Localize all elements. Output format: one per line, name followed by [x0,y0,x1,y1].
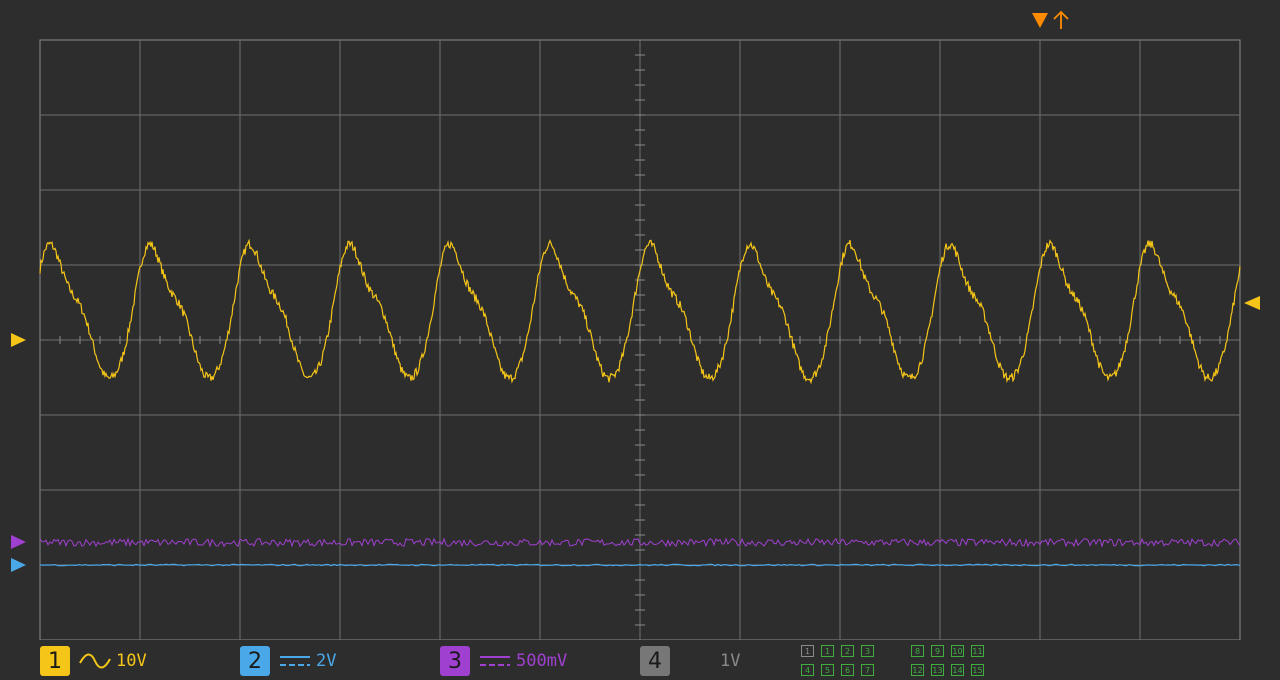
channel-1-scale: 10V [116,651,147,671]
channel-3-status[interactable]: 3 500mV [440,646,567,676]
ac-coupling-icon [79,653,111,669]
digital-channel-15[interactable]: 15 [971,664,984,676]
digital-channel-6[interactable]: 6 [841,664,854,676]
channel-2-scale: 2V [316,651,337,671]
channel-3-badge[interactable]: 3 [440,646,470,676]
rising-edge-arrow-icon [1053,10,1069,29]
channel-4-scale: 1V [720,651,741,671]
graticule-ticks [39,39,1241,640]
digital-channel-7[interactable]: 7 [861,664,874,676]
channel-1-badge[interactable]: 1 [40,646,70,676]
channel-1-ground-marker-icon[interactable] [11,333,26,347]
digital-channel-12[interactable]: 12 [911,664,924,676]
digital-channel-5[interactable]: 5 [821,664,834,676]
channel-2-status[interactable]: 2 2V [240,646,336,676]
trigger-position-marker-icon[interactable] [1032,13,1048,28]
dc-coupling-icon [480,656,510,666]
oscilloscope-display [11,10,1260,640]
digital-channel-9[interactable]: 9 [931,645,944,657]
digital-channel-11[interactable]: 11 [971,645,984,657]
channel-2-ground-marker-icon[interactable] [11,558,26,572]
channel-2-badge[interactable]: 2 [240,646,270,676]
channel-4-status[interactable]: 4 1V [640,646,740,676]
digital-channel-8[interactable]: 8 [911,645,924,657]
channel-1-status[interactable]: 1 10V [40,646,147,676]
trigger-level-marker-icon[interactable] [1244,296,1260,310]
digital-channel-2[interactable]: 2 [841,645,854,657]
digital-channel-1[interactable]: 1 [821,645,834,657]
digital-channel-14[interactable]: 14 [951,664,964,676]
digital-channel-13[interactable]: 13 [931,664,944,676]
channel-3-ground-marker-icon[interactable] [11,535,26,549]
digital-channel-1[interactable]: 1 [801,645,814,657]
digital-channel-3[interactable]: 3 [861,645,874,657]
digital-channel-4[interactable]: 4 [801,664,814,676]
digital-channel-10[interactable]: 10 [951,645,964,657]
channel-status-bar: 1 10V 2 2V 3 500mV 4 1V [0,640,1280,680]
dc-coupling-icon [280,656,310,666]
channel-3-scale: 500mV [516,651,568,671]
channel-4-badge[interactable]: 4 [640,646,670,676]
